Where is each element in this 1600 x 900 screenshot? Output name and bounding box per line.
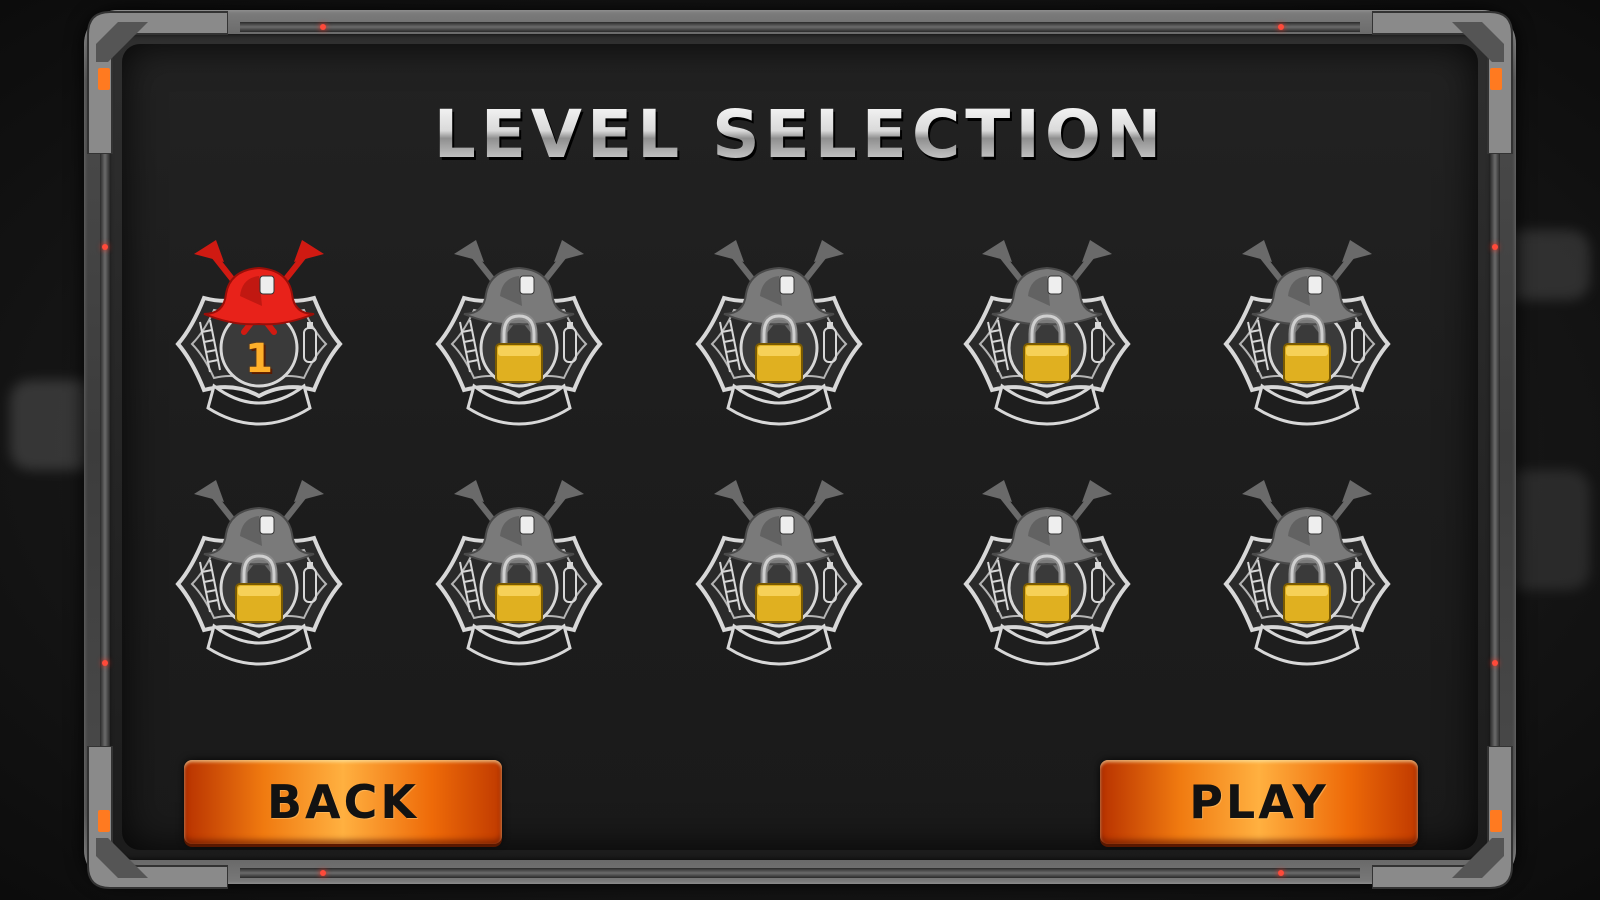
level-badge-locked[interactable] bbox=[424, 476, 614, 686]
back-button-label: BACK bbox=[266, 775, 420, 829]
level-badge-locked[interactable] bbox=[164, 476, 354, 686]
frame-light bbox=[1492, 244, 1498, 250]
frame-light bbox=[102, 244, 108, 250]
level-badge-locked[interactable] bbox=[684, 236, 874, 446]
frame-light bbox=[1278, 870, 1284, 876]
level-badge-locked[interactable] bbox=[1212, 476, 1402, 686]
page-title: LEVEL SELECTION bbox=[0, 96, 1600, 173]
back-button[interactable]: BACK bbox=[184, 760, 502, 844]
frame-light bbox=[102, 660, 108, 666]
frame-light bbox=[320, 24, 326, 30]
frame-rail-top bbox=[240, 22, 1360, 32]
frame-rail-bottom bbox=[240, 868, 1360, 878]
level-badge-locked[interactable] bbox=[952, 476, 1142, 686]
frame-light bbox=[1278, 24, 1284, 30]
level-badge-locked[interactable] bbox=[1212, 236, 1402, 446]
level-badge-unlocked[interactable]: 1 bbox=[164, 236, 354, 446]
play-button-label: PLAY bbox=[1189, 775, 1329, 829]
frame-light bbox=[320, 870, 326, 876]
level-number: 1 bbox=[245, 336, 273, 382]
level-badge-locked[interactable] bbox=[952, 236, 1142, 446]
level-badge-locked[interactable] bbox=[684, 476, 874, 686]
level-badge-locked[interactable] bbox=[424, 236, 614, 446]
play-button[interactable]: PLAY bbox=[1100, 760, 1418, 844]
frame-light bbox=[1492, 660, 1498, 666]
